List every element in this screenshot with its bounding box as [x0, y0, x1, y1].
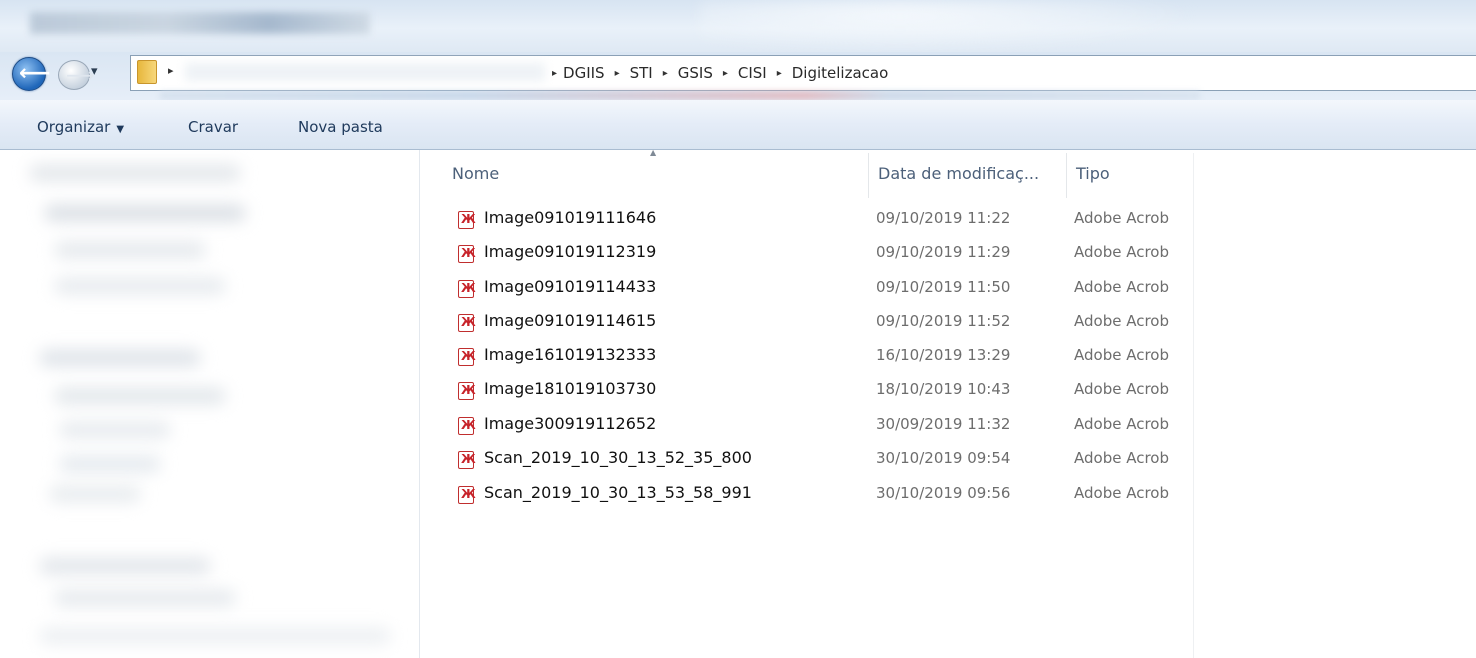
column-divider[interactable]	[1066, 153, 1067, 198]
nav-item-blurred[interactable]	[40, 350, 200, 366]
file-name: Image161019132333	[484, 345, 657, 364]
breadcrumb-chevron-icon[interactable]: ▸	[615, 68, 620, 79]
file-name: Scan_2019_10_30_13_52_35_800	[484, 448, 752, 467]
breadcrumb-chevron-icon[interactable]: ▸	[168, 64, 174, 77]
pdf-file-icon: Ж	[458, 211, 476, 229]
breadcrumb-item-dgiis[interactable]: DGIIS	[563, 64, 605, 82]
pdf-file-icon: Ж	[458, 245, 476, 263]
sort-ascending-icon: ▲	[650, 148, 657, 157]
chevron-down-icon: ▼	[116, 124, 125, 135]
nav-item-blurred[interactable]	[30, 165, 240, 181]
file-date: 18/10/2019 10:43	[876, 380, 1011, 398]
file-name: Image091019111646	[484, 208, 657, 227]
file-type: Adobe Acrob	[1074, 209, 1169, 227]
file-date: 09/10/2019 11:29	[876, 243, 1011, 261]
file-type: Adobe Acrob	[1074, 278, 1169, 296]
breadcrumb-item-gsis[interactable]: GSIS	[678, 64, 713, 82]
file-type: Adobe Acrob	[1074, 346, 1169, 364]
file-name: Image300919112652	[484, 414, 657, 433]
file-row[interactable]: Ж Image300919112652 30/09/2019 11:32 Adobe …	[450, 413, 1194, 443]
nav-item-blurred[interactable]	[55, 388, 225, 404]
breadcrumb-chevron-icon[interactable]: ▸	[552, 68, 557, 79]
column-header-type[interactable]: Tipo	[1076, 164, 1110, 183]
navigation-pane[interactable]	[0, 150, 420, 658]
file-row[interactable]: Ж Image161019132333 16/10/2019 13:29 Adobe …	[450, 344, 1194, 374]
pdf-file-icon: Ж	[458, 417, 476, 435]
nav-item-blurred[interactable]	[60, 422, 170, 438]
breadcrumb: ▸ DGIIS ▸ STI ▸ GSIS ▸ CISI ▸ Digiteliza…	[552, 62, 888, 84]
file-date: 30/09/2019 11:32	[876, 415, 1011, 433]
file-name: Scan_2019_10_30_13_53_58_991	[484, 483, 752, 502]
burn-button[interactable]: Cravar	[188, 118, 238, 136]
file-date: 30/10/2019 09:56	[876, 484, 1011, 502]
new-folder-label: Nova pasta	[298, 118, 383, 136]
breadcrumb-item-sti[interactable]: STI	[630, 64, 653, 82]
pdf-file-icon: Ж	[458, 348, 476, 366]
file-type: Adobe Acrob	[1074, 484, 1169, 502]
nav-item-blurred[interactable]	[55, 242, 205, 258]
breadcrumb-chevron-icon[interactable]: ▸	[723, 68, 728, 79]
folder-icon	[137, 60, 157, 84]
file-name: Image181019103730	[484, 379, 657, 398]
column-divider[interactable]	[868, 153, 869, 198]
nav-item-blurred[interactable]	[40, 628, 390, 644]
breadcrumb-item-digitelizacao[interactable]: Digitelizacao	[792, 64, 889, 82]
organize-label: Organizar	[37, 118, 111, 136]
new-folder-button[interactable]: Nova pasta	[298, 118, 383, 136]
file-type: Adobe Acrob	[1074, 415, 1169, 433]
file-name: Image091019114615	[484, 311, 657, 330]
file-type: Adobe Acrob	[1074, 449, 1169, 467]
nav-item-blurred[interactable]	[45, 205, 245, 221]
file-type: Adobe Acrob	[1074, 380, 1169, 398]
file-row[interactable]: Ж Scan_2019_10_30_13_53_58_991 30/10/2019 …	[450, 482, 1194, 512]
pdf-file-icon: Ж	[458, 382, 476, 400]
file-row[interactable]: Ж Image091019112319 09/10/2019 11:29 Adobe …	[450, 241, 1194, 271]
nav-item-blurred[interactable]	[60, 456, 160, 472]
recent-pages-dropdown[interactable]: ▾	[91, 64, 98, 79]
pdf-file-icon: Ж	[458, 280, 476, 298]
breadcrumb-chevron-icon[interactable]: ▸	[663, 68, 668, 79]
address-bar-glow	[160, 91, 1200, 100]
file-date: 09/10/2019 11:22	[876, 209, 1011, 227]
nav-item-blurred[interactable]	[50, 486, 140, 502]
file-type: Adobe Acrob	[1074, 243, 1169, 261]
file-date: 16/10/2019 13:29	[876, 346, 1011, 364]
back-arrow-icon: ⟵	[19, 61, 51, 86]
organize-button[interactable]: Organizar ▼	[37, 118, 124, 136]
back-button[interactable]: ⟵	[12, 57, 51, 91]
file-row[interactable]: Ж Scan_2019_10_30_13_52_35_800 30/10/2019 …	[450, 447, 1194, 477]
title-bar-glow	[700, 0, 1200, 52]
breadcrumb-chevron-icon[interactable]: ▸	[777, 68, 782, 79]
nav-item-blurred[interactable]	[55, 590, 235, 606]
nav-item-blurred[interactable]	[55, 278, 225, 294]
pdf-file-icon: Ж	[458, 314, 476, 332]
nav-item-blurred[interactable]	[40, 558, 210, 574]
column-header-date[interactable]: Data de modificaç...	[878, 164, 1039, 183]
file-date: 30/10/2019 09:54	[876, 449, 1011, 467]
file-row[interactable]: Ж Image091019114433 09/10/2019 11:50 Adobe …	[450, 276, 1194, 306]
column-header-name[interactable]: Nome	[452, 164, 499, 183]
burn-label: Cravar	[188, 118, 239, 136]
window-title-bar	[0, 0, 1476, 52]
file-name: Image091019114433	[484, 277, 657, 296]
breadcrumb-item-cisi[interactable]: CISI	[738, 64, 767, 82]
file-row[interactable]: Ж Image091019111646 09/10/2019 11:22 Adobe …	[450, 207, 1194, 237]
window-title-blurred	[30, 12, 370, 34]
file-date: 09/10/2019 11:52	[876, 312, 1011, 330]
pdf-file-icon: Ж	[458, 451, 476, 469]
address-blurred-segment	[185, 63, 545, 81]
forward-button[interactable]: ⟶	[58, 60, 95, 90]
file-row[interactable]: Ж Image181019103730 18/10/2019 10:43 Adobe …	[450, 378, 1194, 408]
file-type: Adobe Acrob	[1074, 312, 1169, 330]
pdf-file-icon: Ж	[458, 486, 476, 504]
file-name: Image091019112319	[484, 242, 657, 261]
file-date: 09/10/2019 11:50	[876, 278, 1011, 296]
file-row[interactable]: Ж Image091019114615 09/10/2019 11:52 Adobe …	[450, 310, 1194, 340]
